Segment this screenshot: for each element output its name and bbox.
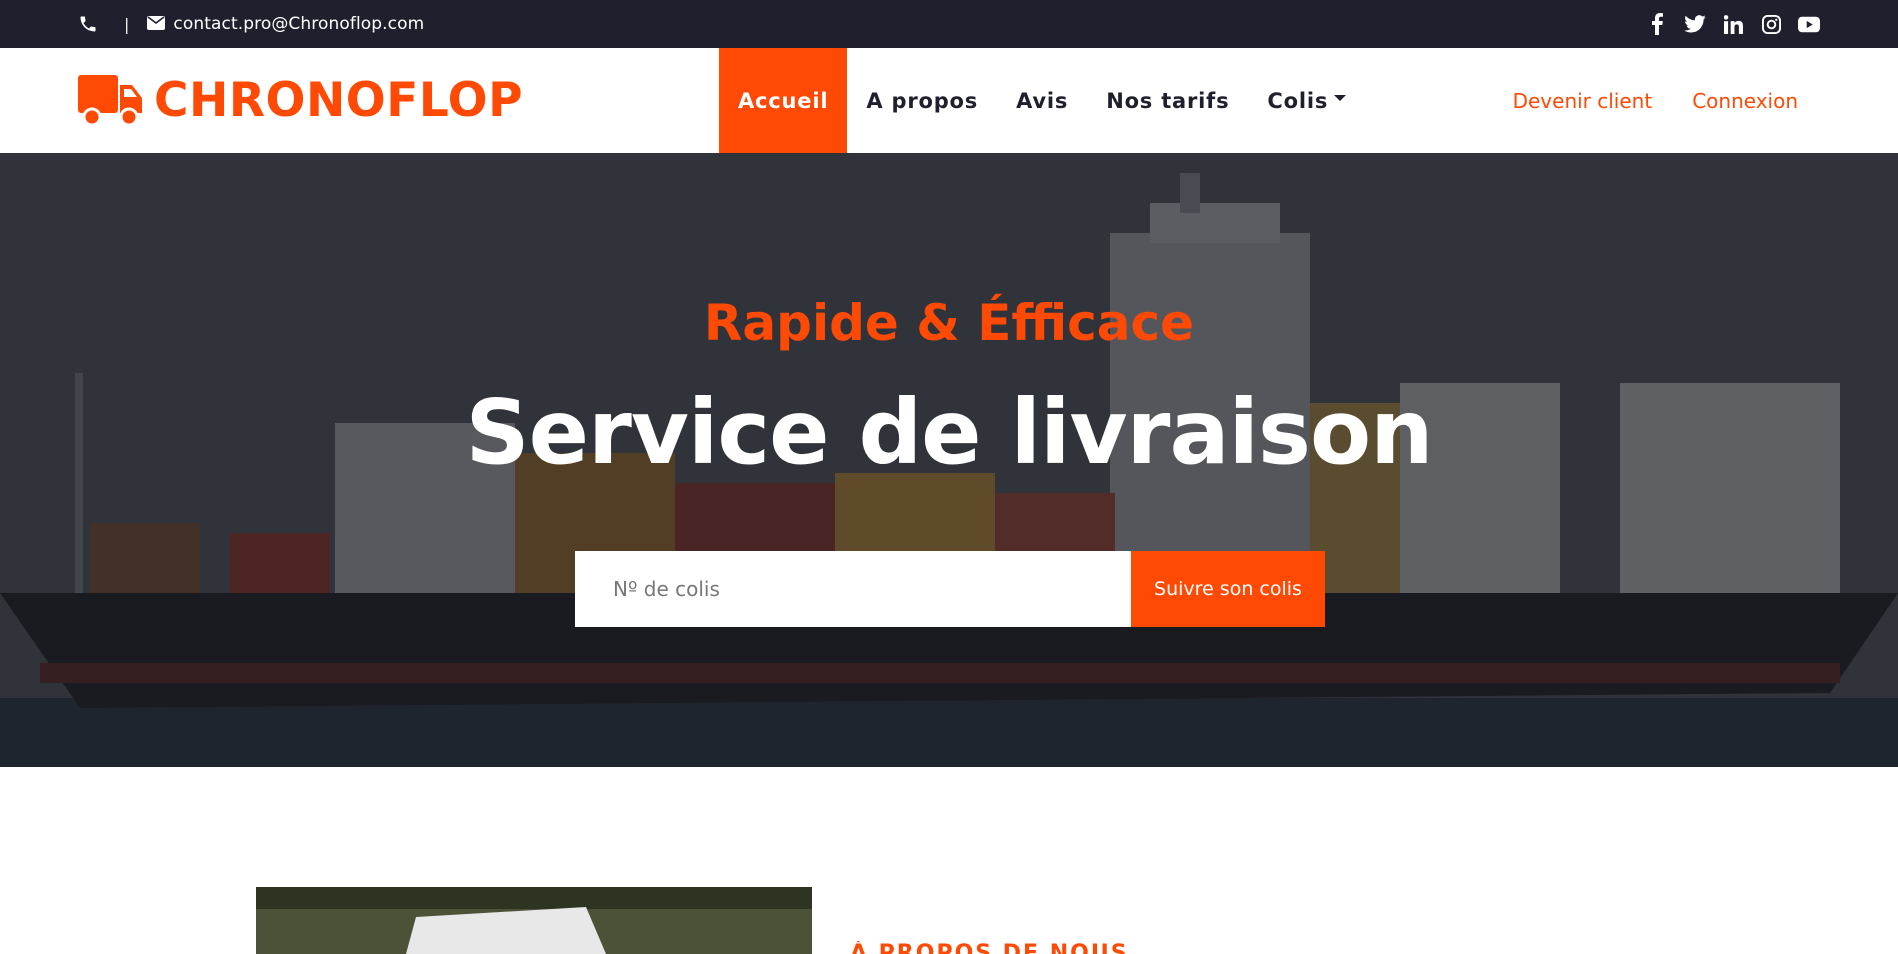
contact-info: | contact.pro@Chronoflop.com (78, 14, 424, 34)
account-links: Devenir client Connexion (1513, 48, 1798, 153)
nav-item-accueil[interactable]: Accueil (719, 48, 848, 153)
linkedin-icon[interactable] (1722, 13, 1744, 35)
truck-icon (78, 74, 144, 127)
hero-title: Service de livraison (465, 380, 1434, 484)
nav-item-a-propos[interactable]: A propos (847, 48, 997, 153)
about-section-kicker: À PROPOS DE NOUS (850, 941, 1129, 954)
chevron-down-icon (1334, 94, 1347, 101)
login-link[interactable]: Connexion (1692, 89, 1798, 113)
youtube-icon[interactable] (1798, 13, 1820, 35)
hero-section: Rapide & Éfficace Service de livraison S… (0, 153, 1898, 767)
nav-item-avis[interactable]: Avis (997, 48, 1087, 153)
contact-separator: | (124, 14, 130, 34)
about-truck-image (256, 887, 812, 954)
instagram-icon[interactable] (1760, 13, 1782, 35)
parcel-number-input[interactable] (575, 551, 1131, 627)
twitter-icon[interactable] (1684, 13, 1706, 35)
envelope-icon (147, 16, 166, 32)
nav-label: A propos (866, 88, 979, 113)
main-menu: Accueil A propos Avis Nos tarifs Colis (719, 48, 1365, 153)
nav-label: Nos tarifs (1106, 88, 1230, 113)
nav-label: Accueil (738, 88, 829, 113)
contact-email[interactable]: contact.pro@Chronoflop.com (173, 14, 424, 34)
brand-name: CHRONOFLOP (154, 73, 524, 128)
top-bar: | contact.pro@Chronoflop.com (0, 0, 1898, 48)
nav-item-colis-dropdown[interactable]: Colis (1248, 48, 1365, 153)
brand-logo[interactable]: CHRONOFLOP (78, 48, 523, 153)
main-navbar: CHRONOFLOP Accueil A propos Avis Nos tar… (0, 48, 1898, 153)
nav-label: Avis (1016, 88, 1069, 113)
track-parcel-button[interactable]: Suivre son colis (1131, 551, 1325, 627)
phone-icon[interactable] (78, 14, 98, 34)
tracking-form: Suivre son colis (575, 551, 1325, 627)
hero-subtitle: Rapide & Éfficace (703, 294, 1195, 352)
signup-link[interactable]: Devenir client (1513, 89, 1653, 113)
nav-label: Colis (1267, 88, 1329, 113)
social-links (1646, 13, 1820, 35)
nav-item-nos-tarifs[interactable]: Nos tarifs (1087, 48, 1248, 153)
facebook-icon[interactable] (1646, 13, 1668, 35)
